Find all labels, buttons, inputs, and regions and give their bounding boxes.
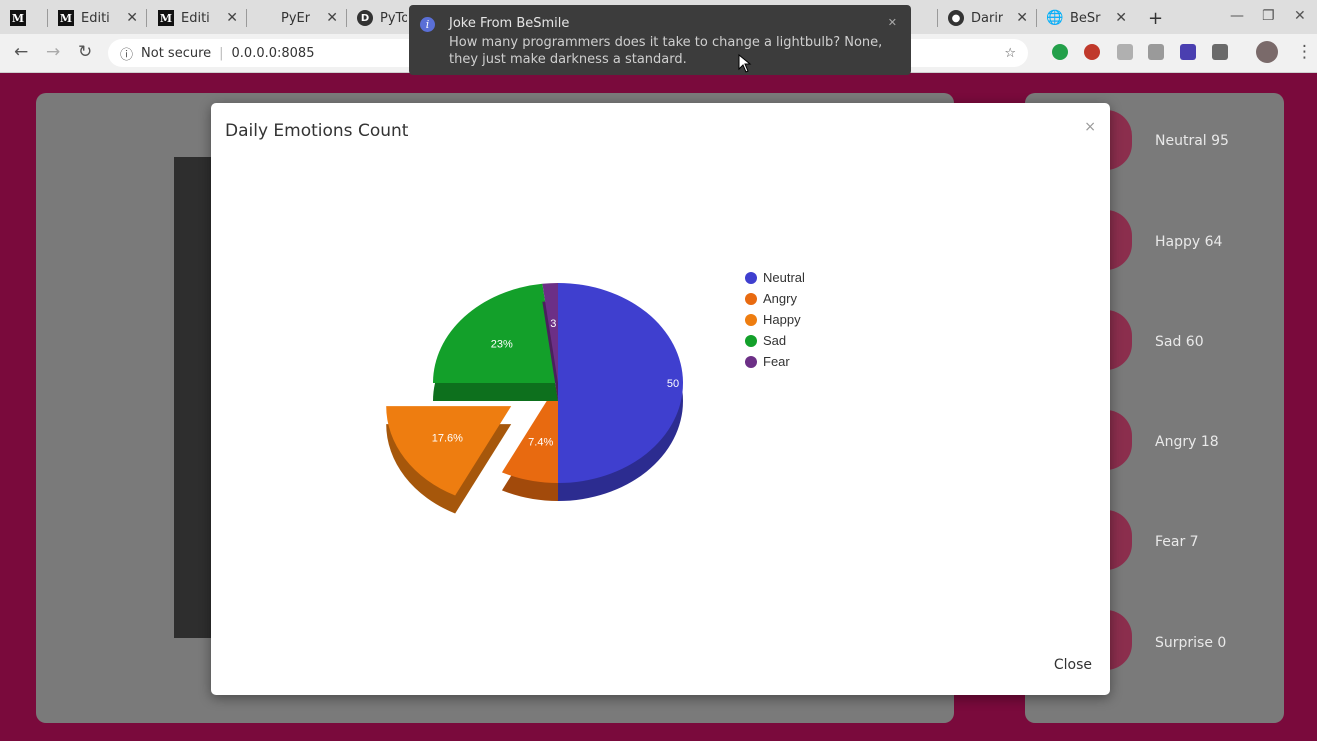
mouse-cursor-icon <box>738 54 752 73</box>
star-icon[interactable]: ☆ <box>1004 46 1016 61</box>
close-icon[interactable]: ✕ <box>1016 10 1028 26</box>
notification-toast: i Joke From BeSmile How many programmers… <box>409 5 911 75</box>
extension-icon[interactable] <box>1180 44 1196 60</box>
tab-title: Editi <box>81 10 110 26</box>
close-icon[interactable]: ✕ <box>226 10 238 26</box>
minimize-icon[interactable]: — <box>1230 8 1244 24</box>
tab-title: PyEr <box>281 10 311 26</box>
tab-editing-2[interactable]: M Editi ✕ <box>158 3 238 33</box>
close-button[interactable]: Close <box>1054 657 1092 673</box>
tab-title: Darir <box>971 10 1004 26</box>
stat-neutral: Neutral 95 <box>1155 133 1229 149</box>
forward-arrow-icon[interactable]: → <box>46 42 60 62</box>
legend-label-happy[interactable]: Happy <box>763 312 801 327</box>
medium-icon: M <box>58 10 74 26</box>
data-label-sad: 23% <box>491 338 513 350</box>
stat-angry: Angry 18 <box>1155 434 1219 450</box>
avatar[interactable] <box>1256 41 1278 63</box>
tab-darin[interactable]: ● Darir ✕ <box>948 3 1028 33</box>
tab-pyto[interactable]: D PyTo <box>357 3 407 33</box>
tab-separator <box>146 9 147 27</box>
info-icon: i <box>420 17 435 32</box>
url-text: 0.0.0.0:8085 <box>231 45 315 61</box>
notification-title: Joke From BeSmile <box>449 16 570 31</box>
tab-medium[interactable]: M <box>10 3 38 33</box>
back-arrow-icon[interactable]: ← <box>14 42 28 62</box>
data-label-fear: 3 <box>550 318 556 330</box>
menu-icon[interactable]: ⋮ <box>1296 42 1313 62</box>
data-label-neutral: 50 <box>667 378 679 390</box>
security-label: Not secure <box>141 45 212 61</box>
globe-icon: 🌐 <box>1047 10 1064 26</box>
close-icon[interactable]: ✕ <box>326 10 338 26</box>
new-tab-button[interactable]: + <box>1148 3 1168 33</box>
tab-title: BeSr <box>1070 10 1101 26</box>
close-icon[interactable]: ✕ <box>126 10 138 26</box>
extension-icon[interactable] <box>1084 44 1100 60</box>
tab-title: PyTo <box>380 10 407 26</box>
divider: | <box>219 45 224 61</box>
legend-label-sad[interactable]: Sad <box>763 333 786 348</box>
tab-separator <box>346 9 347 27</box>
legend-label-angry[interactable]: Angry <box>763 291 797 306</box>
pie-slice-sad[interactable] <box>433 283 558 383</box>
emotions-modal: Daily Emotions Count × 50 7.4% 17.6% 23% 3 Ne… <box>211 103 1110 695</box>
tab-editing-1[interactable]: M Editi ✕ <box>58 3 138 33</box>
stat-sad: Sad 60 <box>1155 334 1204 350</box>
data-label-angry: 7.4% <box>528 436 553 448</box>
legend-marker-fear <box>745 356 757 368</box>
stat-happy: Happy 64 <box>1155 234 1223 250</box>
tab-title: Editi <box>181 10 210 26</box>
blank-icon <box>258 10 274 26</box>
tab-separator <box>937 9 938 27</box>
legend-marker-neutral <box>745 272 757 284</box>
notification-body: How many programmers does it take to cha… <box>449 35 883 67</box>
close-window-icon[interactable]: ✕ <box>1294 8 1306 24</box>
reload-icon[interactable]: ↻ <box>78 42 92 62</box>
legend-label-neutral[interactable]: Neutral <box>763 270 805 285</box>
tab-separator <box>47 9 48 27</box>
extension-icon[interactable] <box>1212 44 1228 60</box>
extension-icon[interactable] <box>1052 44 1068 60</box>
legend-label-fear[interactable]: Fear <box>763 354 790 369</box>
stat-surprise: Surprise 0 <box>1155 635 1227 651</box>
close-icon[interactable]: ✕ <box>1115 10 1127 26</box>
stat-fear: Fear 7 <box>1155 534 1199 550</box>
medium-icon: M <box>10 10 26 26</box>
plus-icon: + <box>1148 7 1164 29</box>
medium-icon: M <box>158 10 174 26</box>
tab-separator <box>1036 9 1037 27</box>
tab-separator <box>246 9 247 27</box>
restore-icon[interactable]: ❐ <box>1262 8 1275 24</box>
data-label-happy: 17.6% <box>432 433 463 445</box>
legend-marker-angry <box>745 293 757 305</box>
legend-marker-happy <box>745 314 757 326</box>
github-icon: ● <box>948 10 964 26</box>
legend-marker-sad <box>745 335 757 347</box>
info-icon: ⓘ <box>120 47 134 63</box>
extension-icon[interactable] <box>1117 44 1133 60</box>
close-icon[interactable]: ✕ <box>888 16 897 29</box>
pie-chart: 50 7.4% 17.6% 23% 3 Neutral Angry Happy Sad Fear <box>386 270 805 514</box>
site-icon: D <box>357 10 373 26</box>
extension-icon[interactable] <box>1148 44 1164 60</box>
tab-pyer[interactable]: PyEr ✕ <box>258 3 338 33</box>
tab-besmile[interactable]: 🌐 BeSr ✕ <box>1047 3 1127 33</box>
